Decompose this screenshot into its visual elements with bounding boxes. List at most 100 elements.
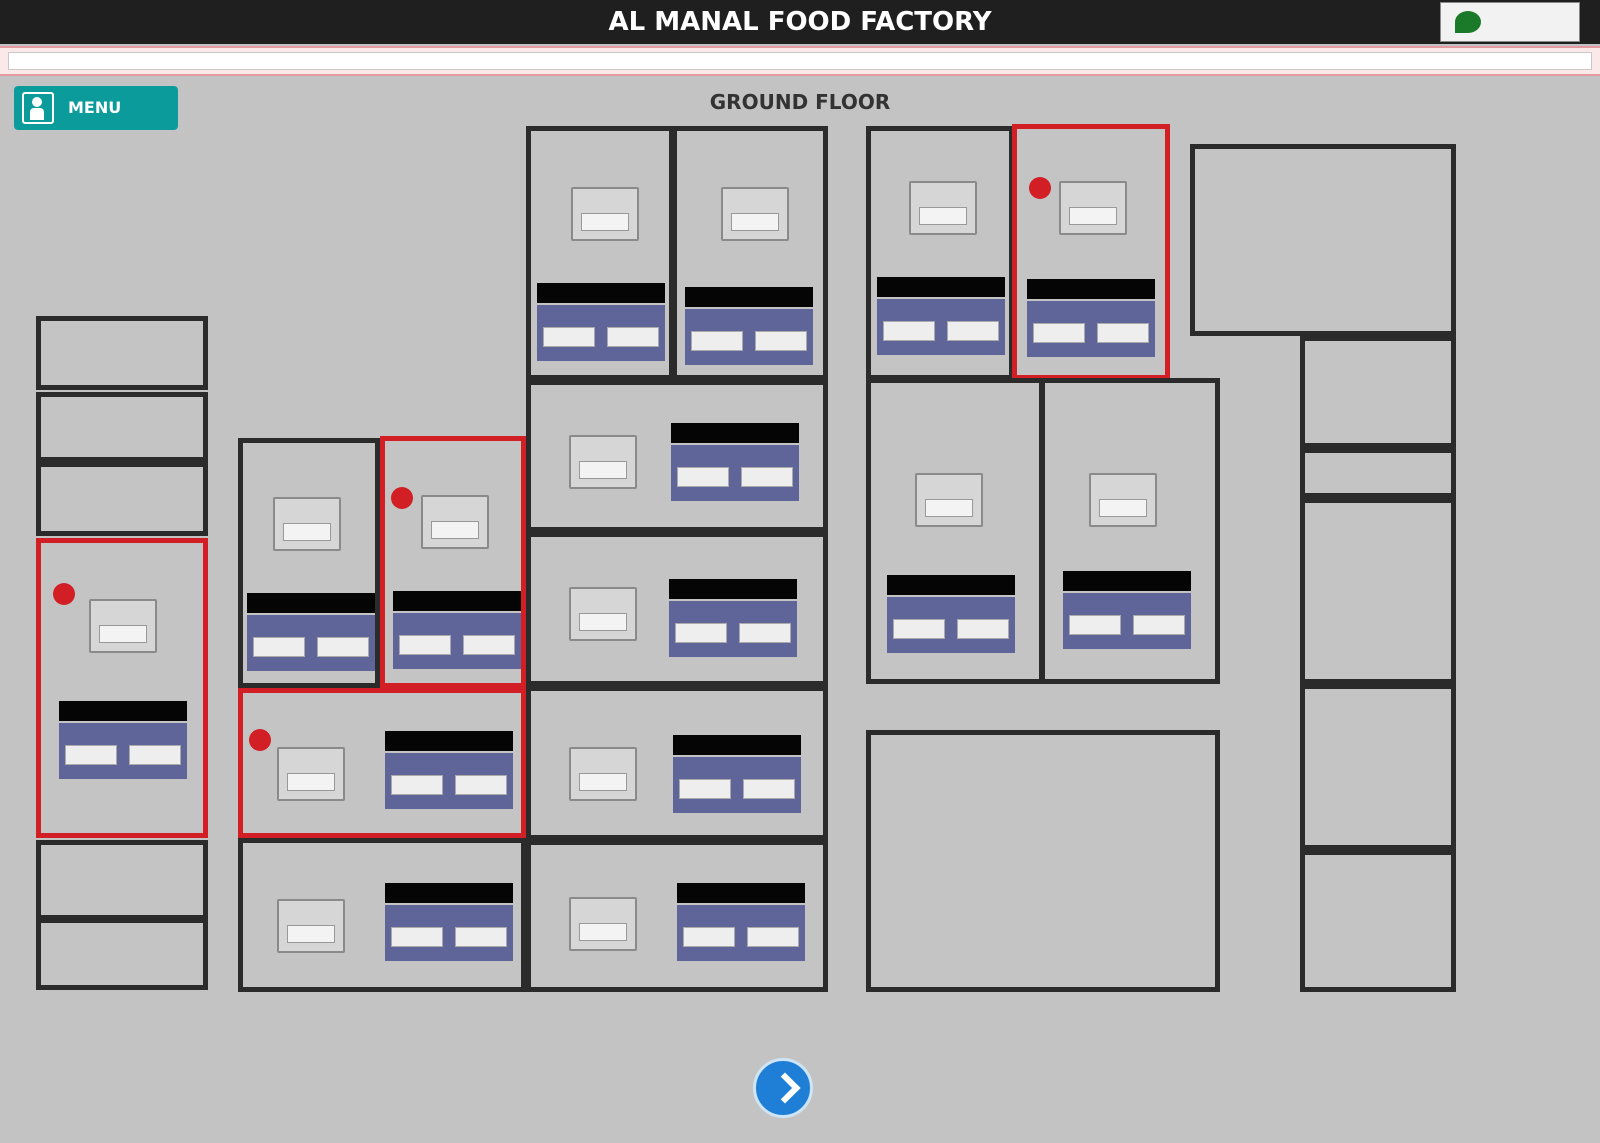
status-value[interactable] — [1133, 615, 1185, 635]
controller-panel[interactable] — [671, 423, 799, 501]
status-value[interactable] — [947, 321, 999, 341]
controller-panel[interactable] — [537, 283, 665, 361]
chiller-room-alarm[interactable] — [380, 436, 526, 688]
status-value[interactable] — [607, 327, 659, 347]
controller-panel[interactable] — [877, 277, 1005, 355]
setpoint-value[interactable] — [543, 327, 595, 347]
controller-panel[interactable] — [673, 735, 801, 813]
room[interactable] — [1300, 498, 1456, 684]
room[interactable] — [36, 918, 208, 990]
setpoint-header — [883, 303, 933, 315]
next-page-button[interactable] — [753, 1058, 813, 1118]
temp-value — [283, 523, 331, 541]
alarm-row[interactable] — [8, 52, 1592, 70]
status-header — [1133, 597, 1183, 609]
room[interactable] — [36, 392, 208, 462]
setpoint-value[interactable] — [675, 623, 727, 643]
room[interactable] — [36, 840, 208, 920]
controller-title — [685, 287, 813, 307]
temperature-display — [1059, 181, 1127, 235]
setpoint-value[interactable] — [1033, 323, 1085, 343]
freezer-room[interactable] — [866, 126, 1014, 380]
chiller-room-alarm[interactable] — [238, 688, 526, 838]
chiller-room-alarm[interactable] — [36, 538, 208, 838]
user-dropdown[interactable] — [180, 10, 240, 32]
temp-value — [1069, 207, 1117, 225]
controller-panel[interactable] — [887, 575, 1015, 653]
alarm-indicator-icon — [249, 729, 271, 751]
freezer-room-alarm[interactable] — [1012, 124, 1170, 380]
controller-panel[interactable] — [385, 731, 513, 809]
status-value[interactable] — [741, 467, 793, 487]
setpoint-value[interactable] — [1069, 615, 1121, 635]
temperature-display — [273, 497, 341, 551]
status-header — [743, 761, 793, 773]
room[interactable] — [1300, 448, 1456, 498]
controller-panel[interactable] — [59, 701, 187, 779]
temp-label — [283, 753, 339, 765]
controller-panel[interactable] — [677, 883, 805, 961]
setpoint-header — [893, 601, 943, 613]
controller-title — [1027, 279, 1155, 299]
status-value[interactable] — [129, 745, 181, 765]
status-value[interactable] — [739, 623, 791, 643]
controller-title — [385, 883, 513, 903]
status-value[interactable] — [455, 775, 507, 795]
status-value[interactable] — [463, 635, 515, 655]
setpoint-value[interactable] — [399, 635, 451, 655]
room[interactable] — [36, 462, 208, 536]
controller-panel[interactable] — [1063, 571, 1191, 649]
temp-value — [287, 773, 335, 791]
room[interactable] — [1300, 336, 1456, 448]
setpoint-header — [679, 761, 729, 773]
chiller-room[interactable] — [526, 126, 674, 380]
setpoint-value[interactable] — [679, 779, 731, 799]
chiller-room[interactable] — [526, 686, 828, 840]
controller-panel[interactable] — [393, 591, 521, 669]
room[interactable] — [1190, 144, 1456, 336]
setpoint-value[interactable] — [691, 331, 743, 351]
status-value[interactable] — [747, 927, 799, 947]
setpoint-value[interactable] — [391, 927, 443, 947]
alarm-banner[interactable] — [0, 46, 1600, 76]
controller-body — [887, 597, 1015, 653]
setpoint-value[interactable] — [893, 619, 945, 639]
controller-panel[interactable] — [669, 579, 797, 657]
menu-button[interactable]: MENU — [14, 86, 178, 130]
setpoint-value[interactable] — [65, 745, 117, 765]
chiller-room[interactable] — [866, 378, 1044, 684]
status-value[interactable] — [317, 637, 369, 657]
status-value[interactable] — [1097, 323, 1149, 343]
room[interactable] — [866, 730, 1220, 992]
room[interactable] — [1300, 850, 1456, 992]
chiller-room[interactable] — [526, 532, 828, 686]
controller-panel[interactable] — [1027, 279, 1155, 357]
alarm-message — [239, 53, 1239, 69]
room[interactable] — [1300, 684, 1456, 850]
controller-panel[interactable] — [247, 593, 375, 671]
controller-body — [669, 601, 797, 657]
controller-body — [59, 723, 187, 779]
status-value[interactable] — [743, 779, 795, 799]
setpoint-value[interactable] — [253, 637, 305, 657]
chiller-room[interactable] — [526, 380, 828, 532]
setpoint-value[interactable] — [883, 321, 935, 341]
controller-panel[interactable] — [685, 287, 813, 365]
status-header — [747, 909, 797, 921]
chiller-room[interactable] — [672, 126, 828, 380]
status-value[interactable] — [755, 331, 807, 351]
controller-panel[interactable] — [385, 883, 513, 961]
chiller-room[interactable] — [238, 838, 526, 992]
setpoint-value[interactable] — [683, 927, 735, 947]
status-value[interactable] — [455, 927, 507, 947]
temp-label — [1095, 479, 1151, 491]
brand-logo — [1440, 2, 1580, 42]
setpoint-value[interactable] — [677, 467, 729, 487]
setpoint-value[interactable] — [391, 775, 443, 795]
chiller-room[interactable] — [526, 840, 828, 992]
status-value[interactable] — [957, 619, 1009, 639]
chiller-room[interactable] — [1040, 378, 1220, 684]
person-icon — [22, 92, 54, 124]
room[interactable] — [36, 316, 208, 390]
chiller-room[interactable] — [238, 438, 380, 688]
